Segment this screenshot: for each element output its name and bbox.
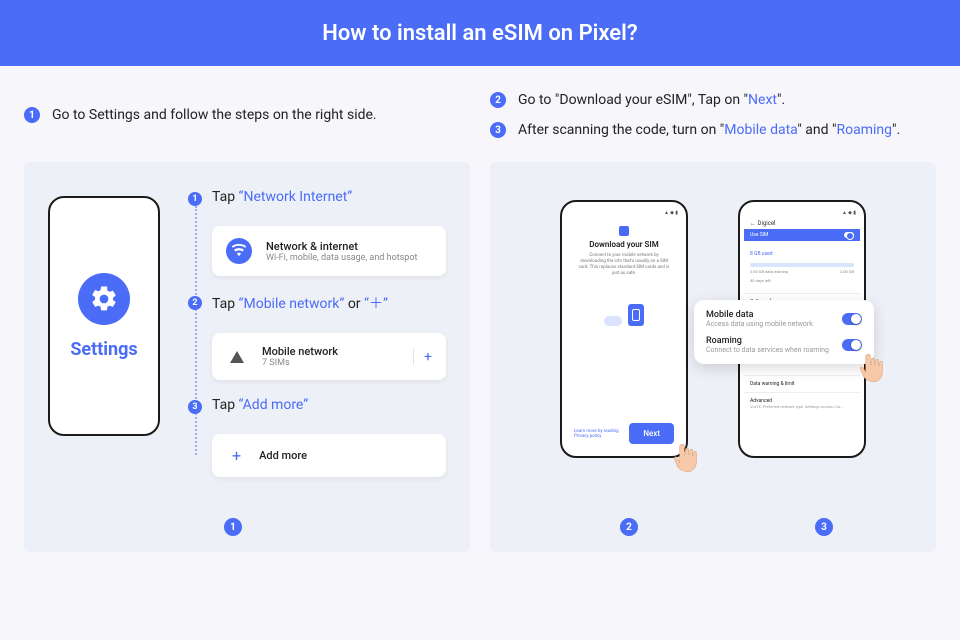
use-sim-label: Use SIM (750, 232, 768, 238)
data-warning-row: Data warning & limit (744, 375, 860, 392)
substep-connector (195, 206, 197, 455)
usage-bar (750, 263, 854, 267)
card-add-more-title: Add more (259, 449, 307, 462)
sim-card-icon (628, 304, 644, 326)
intro-step-2: 2 Go to "Download your eSIM", Tap on "Ne… (490, 92, 936, 108)
settings-label: Settings (70, 339, 137, 360)
usage-label: 8 GB used (744, 247, 860, 261)
phone-mock-download-sim: ▲ ◆ ▮ Download your SIM Connect to your … (560, 200, 688, 458)
keyword-mobile-network: “Mobile network” (239, 296, 345, 312)
toggle-popover: Mobile data Access data using mobile net… (694, 300, 874, 364)
card-mobile-sub: 7 SIMs (262, 358, 338, 368)
card-network-title: Network & internet (266, 240, 417, 253)
intro-right: 2 Go to "Download your eSIM", Tap on "Ne… (490, 92, 936, 138)
mobile-data-row: Mobile data Access data using mobile net… (706, 310, 862, 328)
card-network-internet: Network & internet Wi-Fi, mobile, data u… (212, 226, 446, 276)
sim-lock-icon (619, 226, 629, 236)
step-badge-3: 3 (490, 122, 506, 138)
substep-1-text: Tap “Network Internet” (212, 189, 352, 205)
page-header: How to install an eSIM on Pixel? (0, 0, 960, 66)
step-badge-2: 2 (490, 92, 506, 108)
next-button: Next (629, 423, 674, 444)
cloud-icon (604, 316, 622, 326)
use-sim-toggle (844, 232, 854, 238)
panels: Settings 1 Tap “Network Internet” (24, 162, 936, 552)
substep-3-text: Tap “Add more” (212, 397, 308, 413)
card-network-text: Network & internet Wi-Fi, mobile, data u… (266, 240, 417, 263)
page-content: 1 Go to Settings and follow the steps on… (0, 66, 960, 552)
wifi-icon (226, 238, 252, 264)
privacy-link: Learn more by reading Privacy policy (574, 429, 629, 439)
hand-cursor-icon (858, 352, 886, 384)
signal-icon (230, 351, 244, 363)
intro-steps: 1 Go to Settings and follow the steps on… (24, 92, 936, 138)
substep-2: 2 Tap “Mobile network” or “＋” (188, 294, 446, 313)
intro-step-3-text: After scanning the code, turn on "Mobile… (518, 122, 900, 138)
carrier-label: ← Digicel (744, 218, 860, 229)
add-sim-plus-icon: + (413, 349, 432, 365)
download-sim-title: Download your SIM (589, 240, 658, 249)
status-bar: ▲ ◆ ▮ (566, 208, 682, 218)
keyword-network-internet: “Network Internet” (239, 189, 353, 205)
mobile-data-sub: Access data using mobile network (706, 320, 813, 328)
download-sim-body: Download your SIM Connect to your mobile… (566, 218, 682, 417)
panel-badge-2: 2 (620, 518, 638, 536)
substep-badge-1: 1 (188, 192, 202, 206)
use-sim-row: Use SIM (744, 229, 860, 241)
card-network-sub: Wi-Fi, mobile, data usage, and hotspot (266, 253, 417, 263)
card-mobile-text: Mobile network 7 SIMs (262, 345, 338, 368)
settings-gear-icon (78, 273, 130, 325)
usage-sub: 2.00 GB data warning 2.00 GB (744, 269, 860, 278)
substep-3: 3 Tap “Add more” (188, 398, 446, 414)
keyword-plus: “＋” (364, 296, 388, 312)
roaming-row: Roaming Connect to data services when ro… (706, 336, 862, 354)
keyword-add-more: “Add more” (239, 397, 309, 413)
left-panel-inner: Settings 1 Tap “Network Internet” (48, 190, 446, 495)
download-sim-desc: Connect to your mobile network by downlo… (576, 253, 672, 276)
intro-step-3: 3 After scanning the code, turn on "Mobi… (490, 122, 936, 138)
settings-phone-mock: Settings (48, 196, 160, 436)
download-sim-illustration (604, 304, 644, 326)
roaming-toggle (842, 339, 862, 351)
intro-step-1: 1 Go to Settings and follow the steps on… (24, 107, 377, 123)
page-title: How to install an eSIM on Pixel? (322, 21, 637, 46)
keyword-next: Next (748, 92, 777, 108)
intro-step-2-text: Go to "Download your eSIM", Tap on "Next… (518, 92, 785, 108)
substep-1: 1 Tap “Network Internet” (188, 190, 446, 206)
step-badge-1: 1 (24, 107, 40, 123)
card-mobile-network: Mobile network 7 SIMs + (212, 333, 446, 380)
panel-badge-1: 1 (224, 518, 242, 536)
status-bar: ▲ ◆ ▮ (744, 208, 860, 218)
download-sim-footer: Learn more by reading Privacy policy Nex… (566, 417, 682, 450)
card-add-more: + Add more (212, 434, 446, 477)
phone-mock-sim-settings: ▲ ◆ ▮ ← Digicel Use SIM 8 GB used (738, 200, 866, 458)
mobile-data-title: Mobile data (706, 310, 813, 320)
substep-badge-2: 2 (188, 296, 202, 310)
panel-badge-3: 3 (815, 518, 833, 536)
right-panel: ▲ ◆ ▮ Download your SIM Connect to your … (490, 162, 936, 552)
intro-left: 1 Go to Settings and follow the steps on… (24, 92, 470, 138)
roaming-sub: Connect to data services when roaming (706, 346, 829, 354)
intro-step-1-text: Go to Settings and follow the steps on t… (52, 107, 377, 123)
card-mobile-title: Mobile network (262, 345, 338, 358)
keyword-roaming: Roaming (836, 122, 892, 138)
mobile-data-toggle (842, 313, 862, 325)
plus-icon: + (232, 446, 241, 465)
keyword-mobile-data: Mobile data (724, 122, 797, 138)
substep-badge-3: 3 (188, 400, 202, 414)
left-substeps: 1 Tap “Network Internet” Network & inter… (188, 190, 446, 495)
hand-cursor-icon (672, 442, 700, 474)
substep-2-text: Tap “Mobile network” or “＋” (212, 293, 388, 313)
roaming-title: Roaming (706, 336, 829, 346)
right-panel-inner: ▲ ◆ ▮ Download your SIM Connect to your … (514, 190, 912, 458)
usage-days: 30 days left (744, 278, 860, 287)
advanced-row: Advanced VoLTE, Preferred network type, … (744, 392, 860, 414)
left-panel: Settings 1 Tap “Network Internet” (24, 162, 470, 552)
